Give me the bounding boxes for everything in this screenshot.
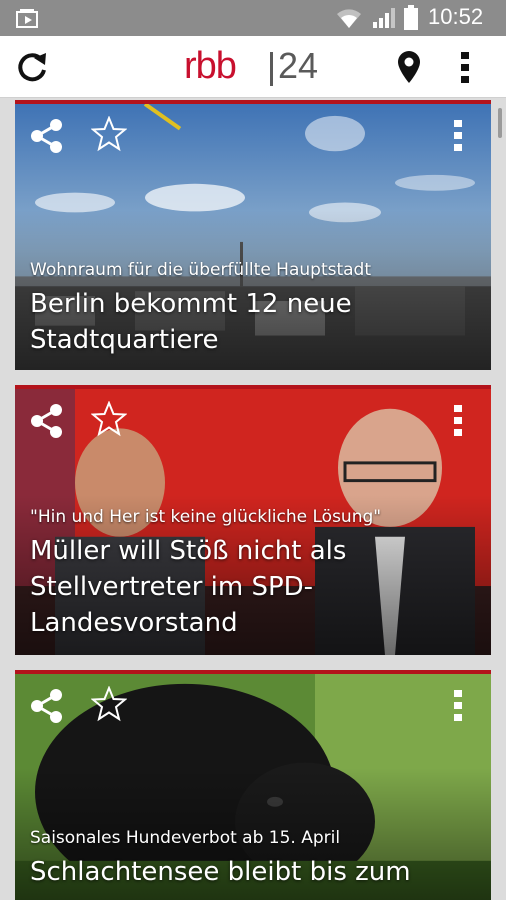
- overflow-menu-icon[interactable]: [458, 50, 472, 84]
- notification-video-icon: [16, 9, 38, 28]
- article-kicker: Wohnraum für die überfüllte Hauptstadt: [30, 260, 372, 280]
- article-kicker: Saisonales Hundeverbot ab 15. April: [30, 828, 341, 848]
- logo-divider: [270, 52, 273, 86]
- article-headline[interactable]: Schlachtensee bleibt bis zum: [30, 854, 480, 890]
- battery-icon: [404, 5, 418, 30]
- status-bar: 10:52: [0, 0, 506, 36]
- article-card[interactable]: Wohnraum für die überfüllte Hauptstadt B…: [15, 100, 491, 370]
- signal-icon: [373, 8, 395, 28]
- logo-brand: rbb: [184, 45, 237, 87]
- article-feed[interactable]: Wohnraum für die überfüllte Hauptstadt B…: [0, 98, 506, 900]
- rbb24-logo: rbb 24: [184, 45, 324, 90]
- article-headline[interactable]: Müller will Stöß nicht als Stellvertrete…: [30, 533, 480, 641]
- share-icon[interactable]: [29, 688, 65, 724]
- more-vert-icon[interactable]: [453, 688, 463, 722]
- wifi-icon: [337, 9, 361, 28]
- app-bar: rbb 24: [0, 36, 506, 98]
- refresh-icon[interactable]: [14, 50, 50, 84]
- logo-channel: 24: [278, 45, 319, 86]
- star-icon[interactable]: [91, 116, 127, 152]
- article-headline[interactable]: Berlin bekommt 12 neue Stadtquartiere: [30, 286, 480, 358]
- article-card[interactable]: "Hin und Her ist keine glückliche Lösung…: [15, 385, 491, 655]
- star-icon[interactable]: [91, 686, 127, 722]
- share-icon[interactable]: [29, 118, 65, 154]
- scrollbar[interactable]: [498, 108, 502, 138]
- share-icon[interactable]: [29, 403, 65, 439]
- more-vert-icon[interactable]: [453, 118, 463, 152]
- article-card[interactable]: Saisonales Hundeverbot ab 15. April Schl…: [15, 670, 491, 900]
- star-icon[interactable]: [91, 401, 127, 437]
- more-vert-icon[interactable]: [453, 403, 463, 437]
- status-clock: 10:52: [428, 4, 484, 29]
- article-kicker: "Hin und Her ist keine glückliche Lösung…: [30, 507, 382, 527]
- location-pin-icon[interactable]: [396, 50, 422, 84]
